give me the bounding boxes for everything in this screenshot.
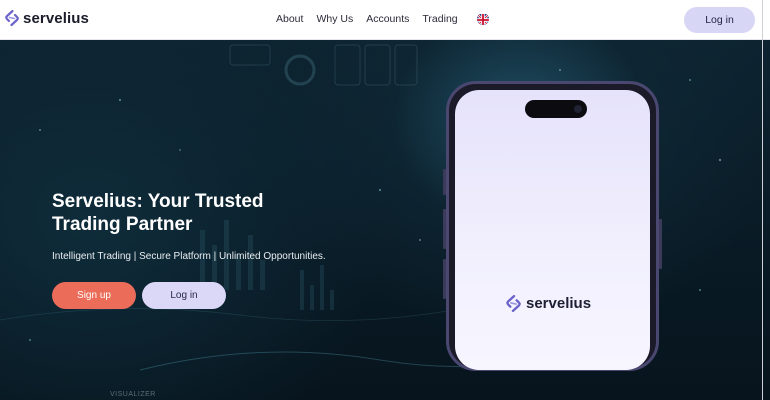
phone-side-button [443,259,446,299]
phone-side-button [443,209,446,249]
nav-trading[interactable]: Trading [422,13,457,25]
phone-side-button [443,169,446,195]
page-edge-divider [762,0,763,400]
hero-login-button[interactable]: Log in [142,282,226,309]
nav-about[interactable]: About [276,13,303,25]
signup-button[interactable]: Sign up [52,282,136,309]
servelius-logo-icon [506,294,521,313]
brand-logo[interactable]: servelius [4,9,89,27]
top-navbar: servelius About Why Us Accounts Trading … [0,0,770,40]
uk-flag-graphic [477,13,489,25]
phone-mockup: servelius [443,81,662,371]
phone-brand-name: servelius [526,295,592,312]
hero-subtitle: Intelligent Trading | Secure Platform | … [52,251,326,262]
header-login-button[interactable]: Log in [684,7,755,33]
phone-side-button [659,219,662,269]
phone-screen: servelius [455,90,650,370]
hero-title: Servelius: Your Trusted Trading Partner [52,191,264,235]
watermark-text: VISUALIZER [110,391,156,398]
dynamic-island [525,100,587,118]
nav-accounts[interactable]: Accounts [366,13,409,25]
uk-flag-icon[interactable] [477,13,489,25]
nav-why-us[interactable]: Why Us [316,13,353,25]
brand-name: servelius [23,9,89,27]
camera-icon [574,105,582,113]
phone-brand-logo: servelius [505,294,591,313]
main-nav: About Why Us Accounts Trading [276,13,458,25]
servelius-logo-icon [5,9,19,27]
